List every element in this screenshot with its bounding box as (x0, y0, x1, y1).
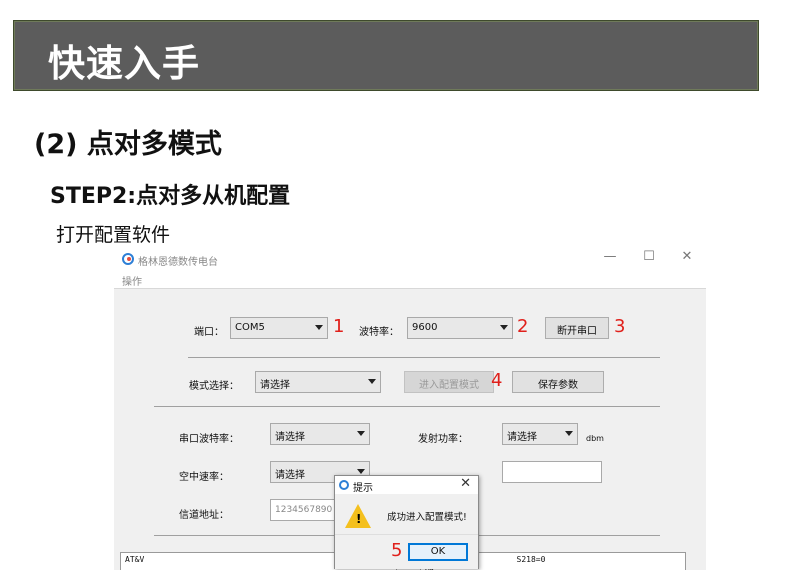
baud-label: 波特率： (359, 327, 399, 338)
instruction-text: 打开配置软件 (56, 224, 171, 246)
warning-mark: ! (356, 512, 362, 526)
step-number-5: 5 (391, 540, 403, 561)
step-number-2: 2 (517, 316, 529, 337)
step-number-3: 3 (614, 316, 626, 337)
dialog-message: 成功进入配置模式! (387, 512, 467, 523)
maximize-button[interactable]: ☐ (639, 249, 659, 264)
header-title: 快速入手 (48, 42, 200, 85)
save-params-button[interactable]: 保存参数 (512, 371, 604, 393)
window-client-area: 端口： COM5 1 波特率： 9600 2 断开串口 3 模式选择： 请选择 … (114, 288, 706, 570)
ok-button[interactable]: OK (408, 543, 468, 561)
close-port-button[interactable]: 断开串口 (545, 317, 609, 339)
step-number-1: 1 (333, 316, 345, 337)
chevron-down-icon (368, 379, 376, 384)
port-value: COM5 (235, 322, 265, 333)
port-label: 端口： (194, 327, 224, 338)
air-rate-label: 空中速率： (179, 472, 229, 483)
config-app-window: 格林恩德数传电台 — ☐ ✕ 操作 端口： COM5 1 波特率： 9600 2… (114, 246, 706, 570)
serial-baud-label: 串口波特率： (179, 434, 239, 445)
mode-label: 模式选择： (189, 381, 239, 392)
step-heading: STEP2:点对多从机配置 (50, 184, 291, 209)
dialog-button-area: 5 OK (335, 534, 478, 569)
menu-operate[interactable]: 操作 (122, 273, 142, 288)
app-logo-icon (339, 480, 349, 490)
mode-value: 请选择 (260, 380, 290, 391)
baud-select[interactable]: 9600 (407, 317, 513, 339)
step-number-4: 4 (491, 370, 503, 391)
section-heading: (2) 点对多模式 (34, 129, 222, 160)
mode-select[interactable]: 请选择 (255, 371, 381, 393)
serial-baud-select[interactable]: 请选择 (270, 423, 370, 445)
air-rate-value: 请选择 (275, 470, 305, 481)
success-dialog: 提示 ✕ ! 成功进入配置模式! 5 OK (334, 475, 479, 569)
chevron-down-icon (500, 325, 508, 330)
dialog-titlebar: 提示 ✕ (335, 476, 478, 494)
header-bar: 快速入手 (13, 20, 759, 91)
chevron-down-icon (315, 325, 323, 330)
tx-power-unit: dbm (586, 434, 604, 443)
tx-power-select[interactable]: 请选择 (502, 423, 578, 445)
app-logo-icon (122, 253, 134, 265)
chevron-down-icon (565, 431, 573, 436)
param-input[interactable] (502, 461, 602, 483)
baud-value: 9600 (412, 322, 438, 333)
tx-power-value: 请选择 (507, 432, 537, 443)
slide: 快速入手 (2) 点对多模式 STEP2:点对多从机配置 打开配置软件 格林恩德… (0, 0, 790, 570)
divider (154, 406, 660, 407)
serial-baud-value: 请选择 (275, 432, 305, 443)
window-titlebar: 格林恩德数传电台 — ☐ ✕ (114, 246, 706, 274)
chevron-down-icon (357, 469, 365, 474)
chevron-down-icon (357, 431, 365, 436)
close-window-button[interactable]: ✕ (677, 249, 697, 264)
minimize-button[interactable]: — (600, 249, 620, 264)
port-select[interactable]: COM5 (230, 317, 328, 339)
window-title: 格林恩德数传电台 (138, 257, 218, 268)
dialog-title: 提示 (353, 483, 373, 494)
divider (188, 357, 660, 358)
dialog-close-button[interactable]: ✕ (460, 476, 471, 491)
channel-label: 信道地址： (179, 510, 229, 521)
tx-power-label: 发射功率： (418, 434, 468, 445)
enter-config-mode-button[interactable]: 进入配置模式 (404, 371, 494, 393)
